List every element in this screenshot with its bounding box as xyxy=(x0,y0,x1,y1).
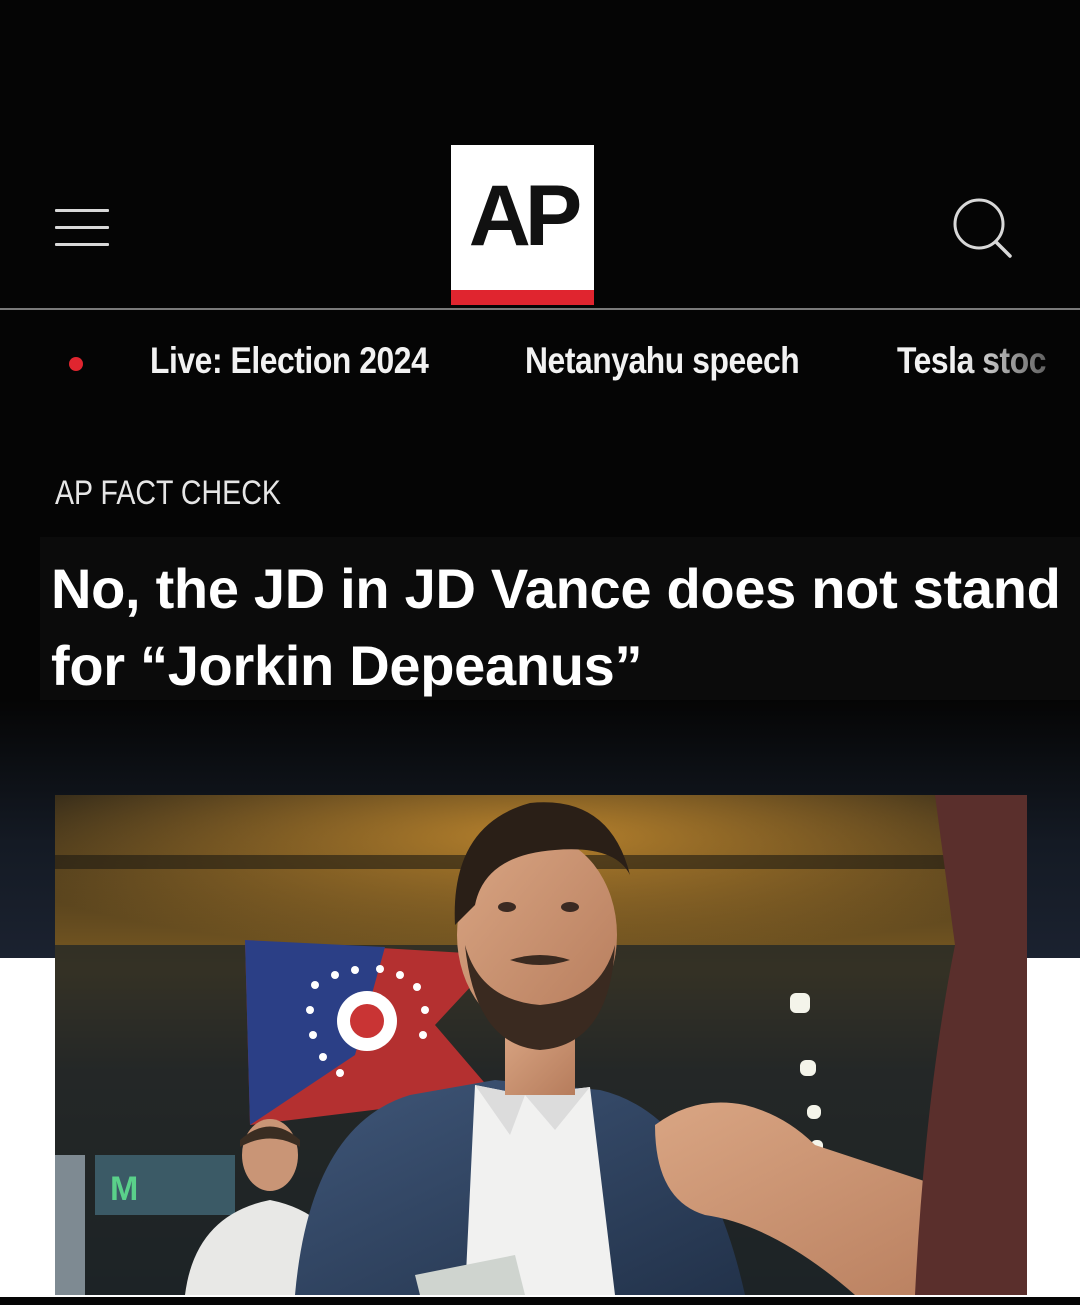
article-photo[interactable]: M xyxy=(55,795,1027,1295)
ap-logo-red-bar xyxy=(451,290,594,305)
app-page: AP Live: Election 2024 Netanyahu speech … xyxy=(0,0,1080,1305)
site-header: AP xyxy=(0,0,1080,308)
ap-logo[interactable]: AP xyxy=(451,145,594,305)
search-icon xyxy=(953,198,1012,258)
nav-item-netanyahu-speech[interactable]: Netanyahu speech xyxy=(525,340,800,382)
hamburger-menu-icon-line xyxy=(55,243,109,246)
svg-text:M: M xyxy=(110,1170,138,1208)
search-button[interactable] xyxy=(948,196,1018,260)
article-photo-image: M xyxy=(55,795,1027,1295)
bottom-edge xyxy=(0,1297,1080,1305)
nav-scroll-fade xyxy=(960,330,1080,390)
hamburger-menu-icon xyxy=(55,209,109,212)
article-kicker[interactable]: AP FACT CHECK xyxy=(55,474,281,513)
menu-button[interactable] xyxy=(55,209,109,247)
header-divider xyxy=(0,308,1080,310)
hamburger-menu-icon-line xyxy=(55,226,109,229)
article-headline: No, the JD in JD Vance does not stand fo… xyxy=(51,557,1061,697)
nav-item-live-election[interactable]: Live: Election 2024 xyxy=(150,340,429,382)
live-indicator-dot xyxy=(69,357,83,371)
ap-logo-text: AP xyxy=(468,168,582,264)
